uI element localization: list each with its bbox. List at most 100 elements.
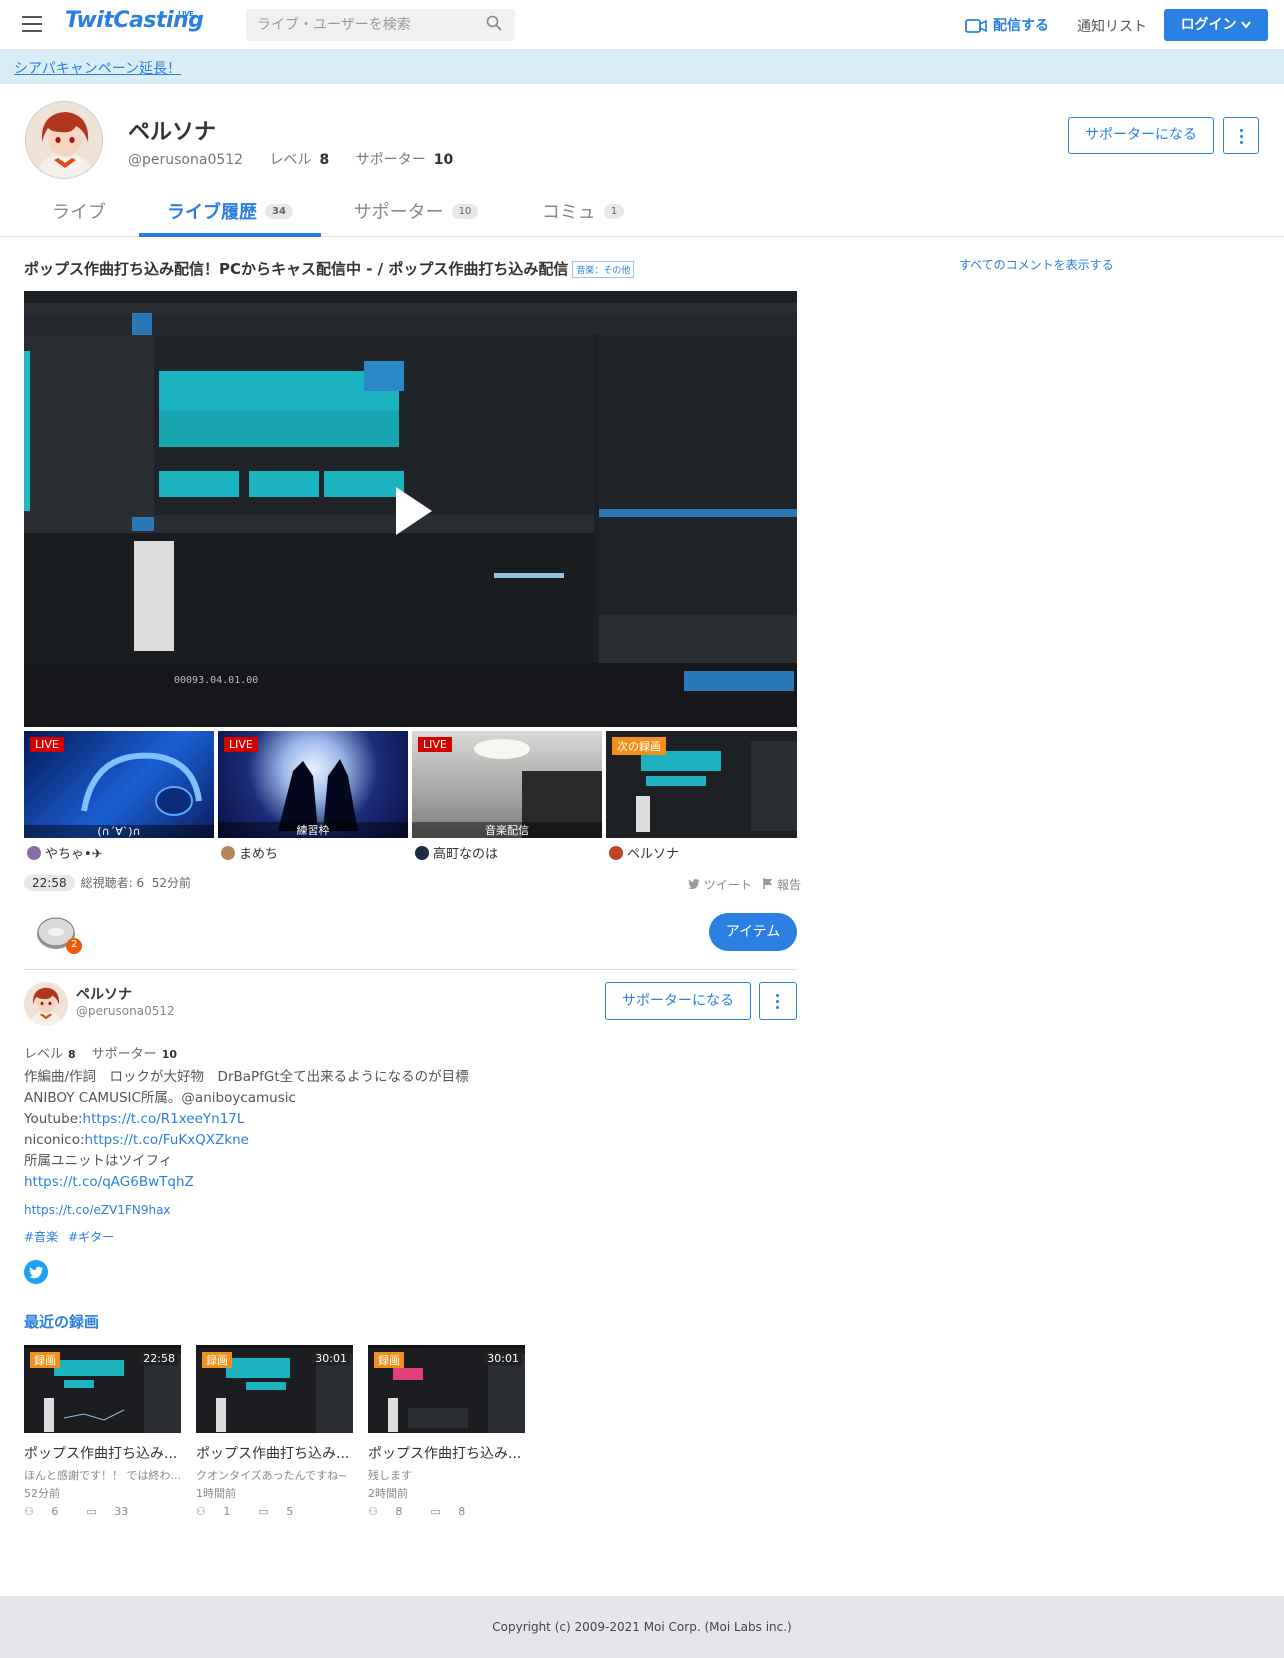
all-comments-link[interactable]: すべてのコメントを表示する [959, 256, 1114, 273]
broadcast-button[interactable]: 配信する [965, 15, 1049, 35]
related-thumb[interactable]: LIVE 音楽配信 [412, 731, 602, 838]
recording-comment: クオンタイズあったんですね~ [196, 1469, 348, 1482]
coin-count: 2 [71, 939, 78, 950]
tab-live[interactable]: ライブ [26, 190, 132, 237]
youtube-link[interactable]: https://t.co/R1xeeYn17L [83, 1111, 245, 1127]
report-label: 報告 [777, 878, 802, 892]
related-thumb-next[interactable]: 次の録画 [606, 731, 797, 838]
recording-card[interactable]: 録画 22:58 ポップス作曲打ち込み... ほんと感謝です！！ では終わ...… [24, 1345, 181, 1518]
more-options-button[interactable] [1223, 117, 1259, 154]
copyright: Copyright (c) 2009-2021 Moi Corp. (Moi L… [492, 1620, 792, 1634]
related-thumb[interactable]: LIVE (∩´∀`)∩ [24, 731, 214, 838]
svg-text:00093.04.01.00: 00093.04.01.00 [174, 675, 258, 686]
share-actions: ツイート 報告 [688, 876, 801, 893]
recording-duration: 22:58 [140, 1352, 178, 1365]
related-user[interactable]: 高町なのは [415, 843, 498, 862]
related-user[interactable]: ペルソナ [609, 843, 679, 862]
profile-handle: @perusona0512 [128, 152, 244, 168]
next-recording-badge: 次の録画 [612, 737, 666, 755]
recording-time: 52分前 [24, 1487, 60, 1500]
recording-stats: ⚇ 6 ▭ 33 [24, 1505, 181, 1518]
campaign-link[interactable]: シアパキャンペーン延長！ [14, 61, 181, 77]
time-ago: 52分前 [151, 876, 192, 890]
bio-line: Youtube:https://t.co/R1xeeYn17L [24, 1109, 469, 1130]
notify-list-link[interactable]: 通知リスト [1077, 16, 1147, 36]
recording-thumb[interactable]: 録画 22:58 [24, 1345, 181, 1433]
profile-tags: #音楽 #ギター [24, 1228, 124, 1245]
thumb-caption: 練習枠 [218, 822, 408, 838]
recording-card[interactable]: 録画 30:01 ポップス作曲打ち込み... 残します 2時間前 ⚇ 8 ▭ 8 [368, 1345, 525, 1518]
search-icon[interactable] [486, 15, 502, 31]
related-user[interactable]: やちゃ•✈ [27, 843, 103, 862]
bio-line: niconico:https://t.co/FuKxQXZkne [24, 1130, 469, 1151]
twitter-icon[interactable] [24, 1260, 48, 1284]
recording-badge: 録画 [202, 1352, 232, 1368]
supporter-count: 10 [433, 152, 454, 168]
recording-title[interactable]: ポップス作曲打ち込み... [196, 1443, 353, 1463]
recording-badge: 録画 [30, 1352, 60, 1368]
profile-url-link[interactable]: https://t.co/eZV1FN9hax [24, 1203, 171, 1217]
unit-link[interactable]: https://t.co/qAG6BwTqhZ [24, 1174, 194, 1190]
recording-duration: 30:01 [312, 1352, 350, 1365]
recording-thumb[interactable]: 録画 30:01 [368, 1345, 525, 1433]
level-label: レベル [269, 152, 312, 168]
avatar[interactable] [24, 982, 68, 1026]
user-avatar [27, 846, 41, 860]
supporter-count: 10 [161, 1048, 177, 1061]
coin-item[interactable]: 2 [36, 914, 82, 954]
logo[interactable]: TwitCasting LIVE [65, 8, 204, 33]
tab-count: 34 [265, 203, 293, 219]
play-icon[interactable] [396, 487, 432, 535]
live-badge: LIVE [30, 737, 64, 752]
tag-link[interactable]: #音楽 [24, 1230, 58, 1244]
related-user[interactable]: まめち [221, 843, 278, 862]
login-button[interactable]: ログイン [1164, 9, 1268, 41]
recording-badge: 録画 [374, 1352, 404, 1368]
tweet-link[interactable]: ツイート [688, 878, 752, 892]
profile-handle: @perusona0512 [76, 1004, 175, 1018]
category-badge[interactable]: 音楽：その他 [572, 261, 635, 278]
tag-link[interactable]: #ギター [68, 1230, 114, 1244]
related-thumb[interactable]: LIVE 練習枠 [218, 731, 408, 838]
more-vertical-icon [776, 994, 779, 1012]
profile-name: ペルソナ [128, 120, 217, 145]
user-avatar [415, 846, 429, 860]
level-value: 8 [68, 1048, 76, 1061]
tab-count: 10 [451, 203, 479, 219]
item-button[interactable]: アイテム [709, 913, 797, 951]
bio-line: 作編曲/作詞 ロックが大好物 DrBaPfGt全て出来るようになるのが目標 [24, 1069, 469, 1085]
recording-card[interactable]: 録画 30:01 ポップス作曲打ち込み... クオンタイズあったんですね~ 1時… [196, 1345, 353, 1518]
search-input[interactable]: ライブ・ユーザーを検索 [246, 9, 515, 41]
more-options-button[interactable] [759, 982, 797, 1020]
viewer-count: 8 [395, 1505, 403, 1518]
recording-comment: 残します [368, 1469, 412, 1482]
thumb-caption: 音楽配信 [412, 822, 602, 838]
tab-live-history[interactable]: ライブ履歴 34 [139, 190, 321, 237]
user-icon: ⚇ [24, 1505, 34, 1518]
tab-label: サポーター [353, 202, 444, 223]
profile-meta: @perusona0512 レベル 8 サポーター 10 [128, 149, 475, 169]
duration-pill: 22:58 [24, 875, 75, 891]
menu-icon[interactable] [22, 16, 42, 32]
recording-comment: ほんと感謝です！！ では終わ... [24, 1469, 181, 1482]
movie-title: ポップス作曲打ち込み配信！PCからキャス配信中 - / ポップス作曲打ち込み配信… [24, 258, 635, 279]
recording-thumb[interactable]: 録画 30:01 [196, 1345, 353, 1433]
recording-title[interactable]: ポップス作曲打ち込み... [24, 1443, 181, 1463]
header: TwitCasting LIVE ライブ・ユーザーを検索 配信する 通知リスト ロ… [0, 0, 1284, 50]
become-supporter-button[interactable]: サポーターになる [605, 982, 751, 1020]
recording-title[interactable]: ポップス作曲打ち込み... [368, 1443, 525, 1463]
profile-name[interactable]: ペルソナ [76, 984, 132, 1004]
report-link[interactable]: 報告 [763, 878, 801, 892]
user-avatar [609, 846, 623, 860]
tab-label: ライブ履歴 [167, 202, 258, 223]
movie-title-text: ポップス作曲打ち込み配信！PCからキャス配信中 - / ポップス作曲打ち込み配信 [24, 260, 569, 278]
related-user-name: まめち [239, 847, 279, 862]
avatar[interactable] [25, 101, 103, 179]
become-supporter-button[interactable]: サポーターになる [1068, 117, 1214, 154]
recording-time: 2時間前 [368, 1487, 408, 1500]
level-value: 8 [319, 152, 330, 168]
tab-supporters[interactable]: サポーター 10 [340, 190, 492, 237]
campaign-banner: シアパキャンペーン延長！ [0, 50, 1284, 84]
tab-community[interactable]: コミュ 1 [522, 190, 644, 237]
niconico-link[interactable]: https://t.co/FuKxQXZkne [85, 1132, 249, 1148]
